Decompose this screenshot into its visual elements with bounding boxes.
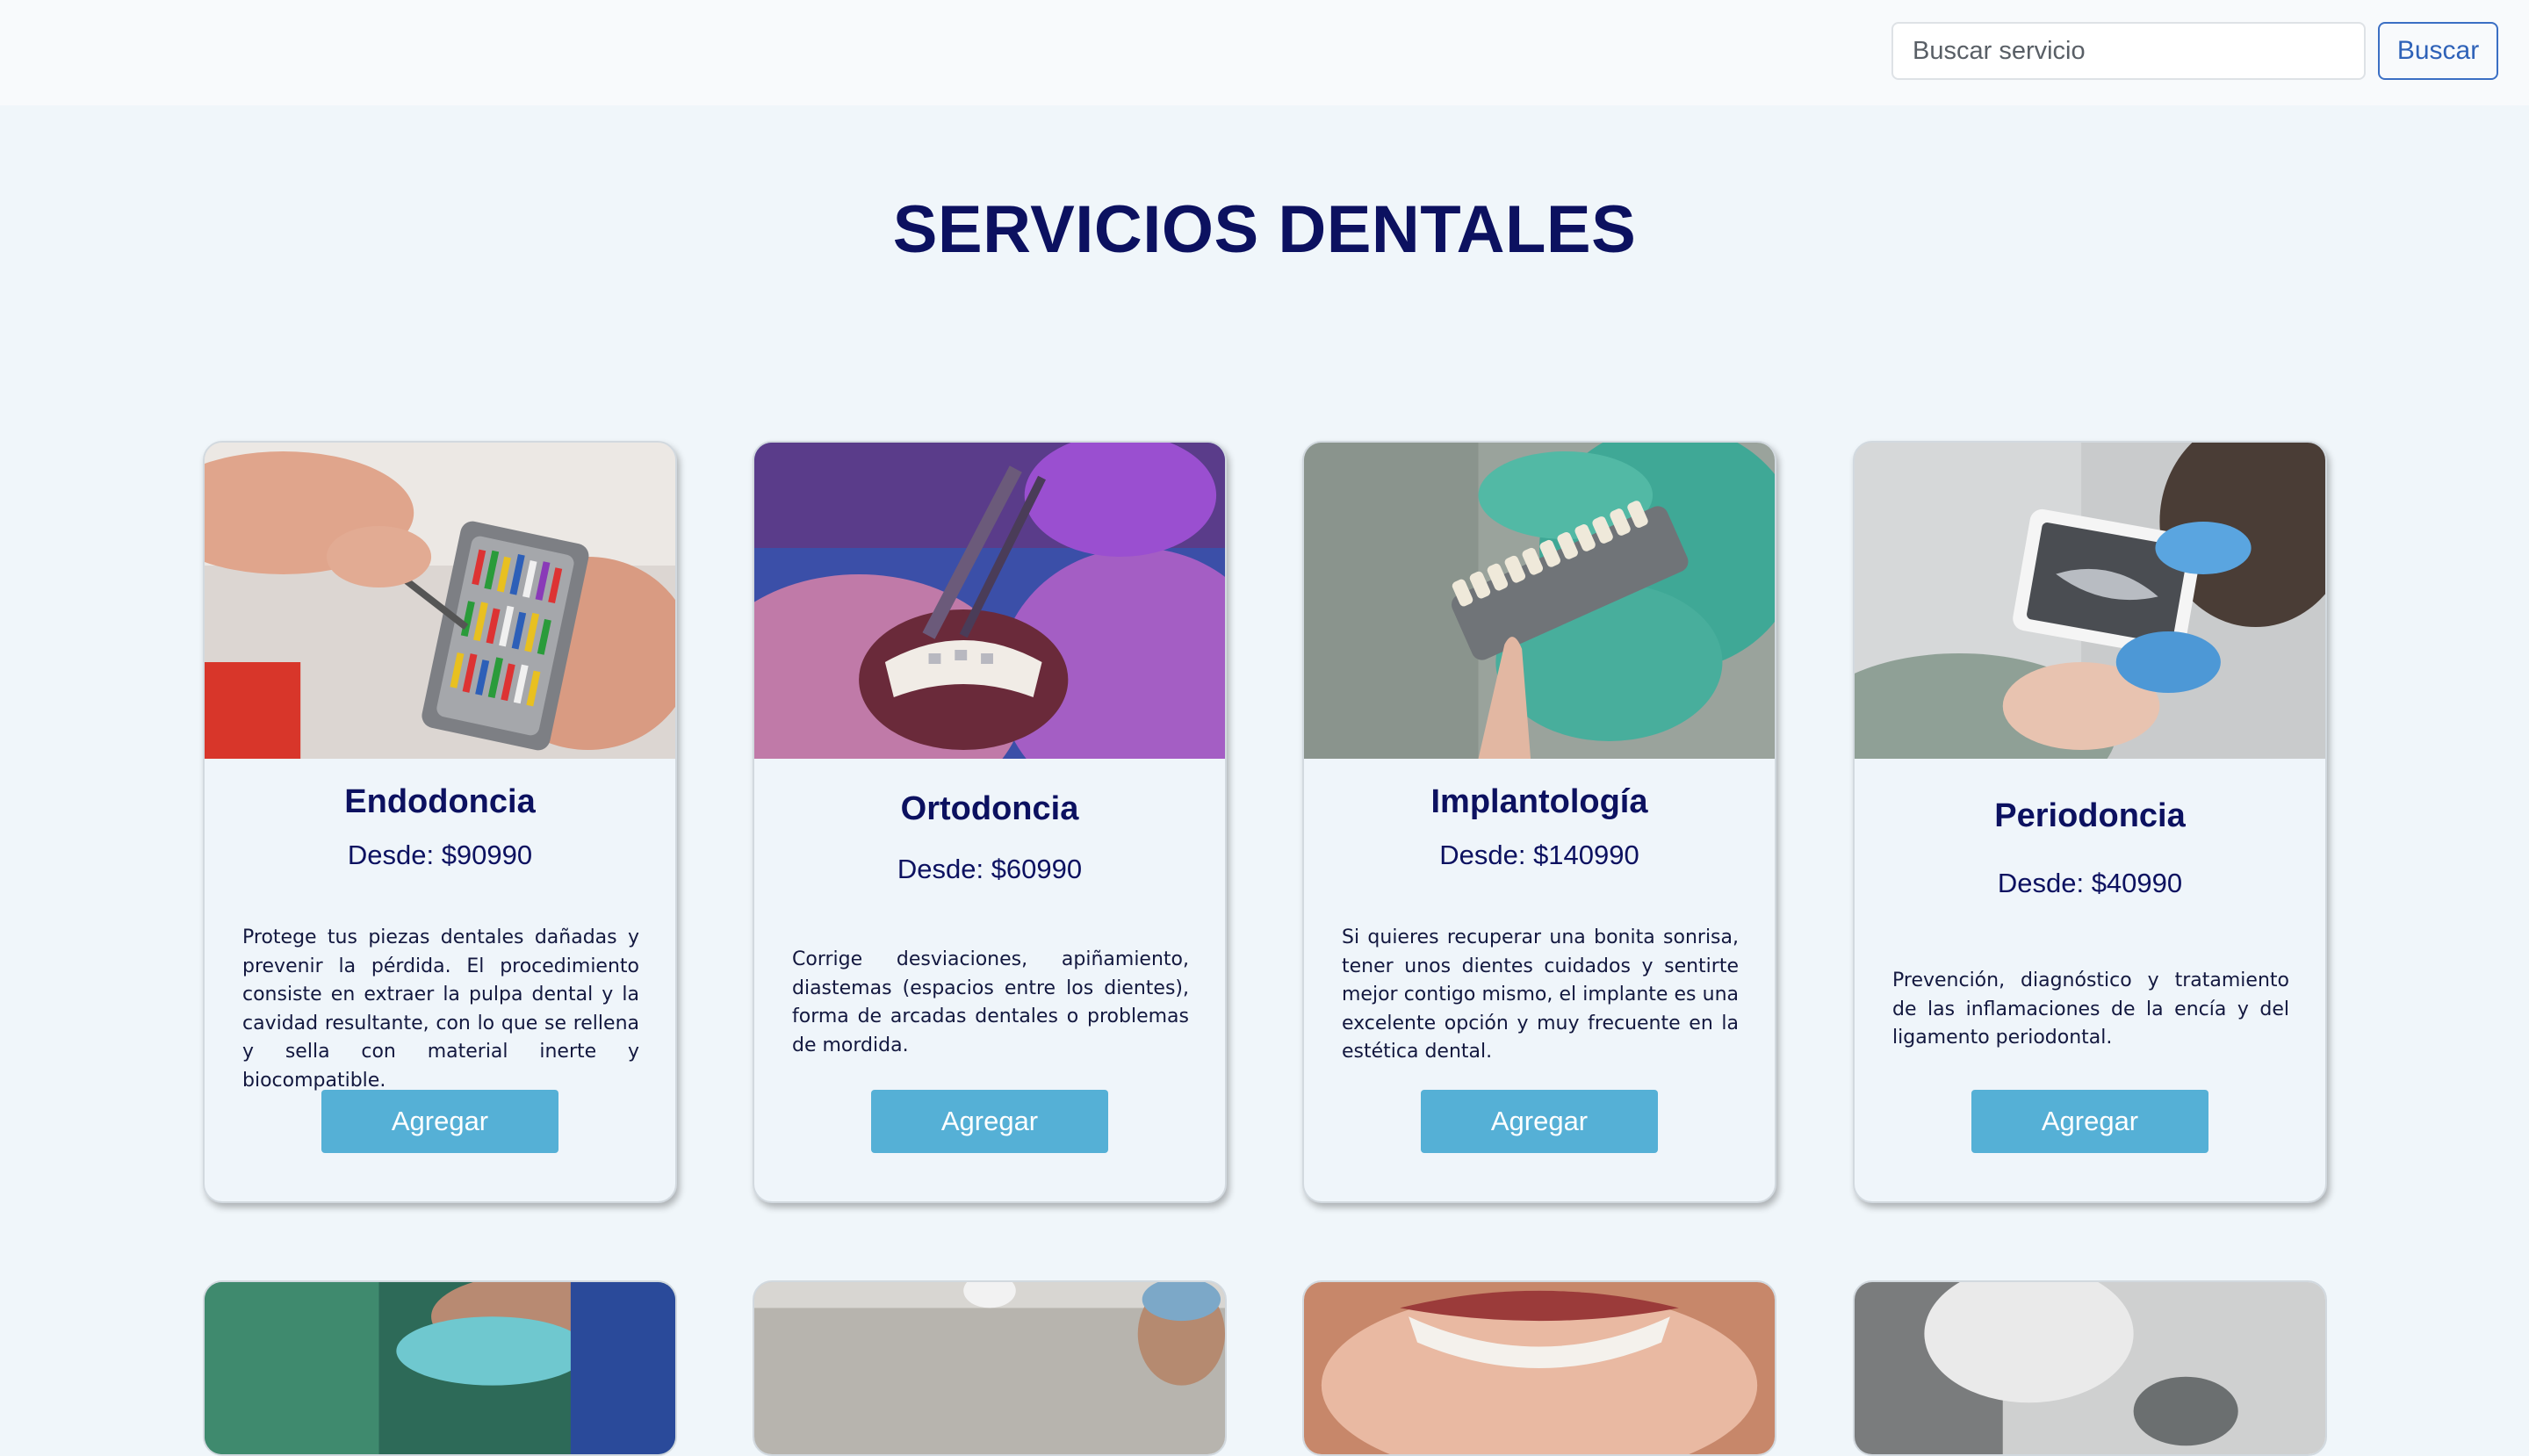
service-price: Desde: $140990 <box>1439 840 1639 870</box>
service-card-endodoncia: Endodoncia Desde: $90990 Protege tus pie… <box>203 441 677 1203</box>
service-price: Desde: $90990 <box>347 840 533 870</box>
service-title: Endodoncia <box>344 783 536 820</box>
service-image-ortodoncia <box>754 443 1225 759</box>
service-card-partial <box>753 1280 1227 1456</box>
service-title: Implantología <box>1430 783 1648 820</box>
service-image-periodoncia <box>1855 443 2325 759</box>
add-button-ortodoncia[interactable]: Agregar <box>871 1090 1108 1153</box>
service-price: Desde: $40990 <box>1997 868 2183 898</box>
service-description: Prevención, diagnóstico y tratamiento de… <box>1892 969 2289 1049</box>
service-title: Periodoncia <box>1994 797 2186 834</box>
service-card-ortodoncia: Ortodoncia Desde: $60990 Corrige desviac… <box>753 441 1227 1203</box>
service-price: Desde: $60990 <box>897 854 1083 884</box>
service-title: Ortodoncia <box>900 790 1079 827</box>
add-button-endodoncia[interactable]: Agregar <box>321 1090 558 1153</box>
service-card-partial <box>1853 1280 2327 1456</box>
service-description: Corrige desviaciones, apiñamiento, diast… <box>792 948 1189 1056</box>
service-image-endodoncia <box>205 443 675 759</box>
service-description: Si quieres recuperar una bonita sonrisa,… <box>1342 926 1739 1063</box>
service-card-partial <box>203 1280 677 1456</box>
page-title: SERVICIOS DENTALES <box>892 192 1637 267</box>
add-button-periodoncia[interactable]: Agregar <box>1971 1090 2208 1153</box>
top-navbar: Buscar <box>0 0 2529 105</box>
service-image-implantologia <box>1304 443 1775 759</box>
service-description: Protege tus piezas dentales dañadas y pr… <box>242 926 639 1092</box>
search-input[interactable] <box>1891 22 2366 80</box>
service-card-periodoncia: Periodoncia Desde: $40990 Prevención, di… <box>1853 441 2327 1203</box>
add-button-implantologia[interactable]: Agregar <box>1421 1090 1658 1153</box>
service-card-implantologia: Implantología Desde: $140990 Si quieres … <box>1302 441 1776 1203</box>
service-card-partial <box>1302 1280 1776 1456</box>
search-button[interactable]: Buscar <box>2378 22 2498 80</box>
